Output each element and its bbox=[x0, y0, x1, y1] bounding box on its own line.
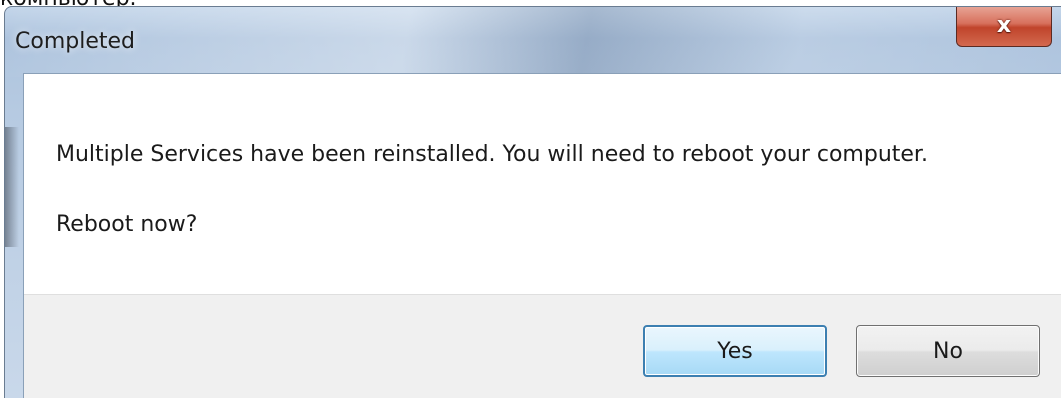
dialog-message: Multiple Services have been reinstalled.… bbox=[56, 142, 928, 167]
yes-button[interactable]: Yes bbox=[643, 325, 827, 377]
close-icon: x bbox=[996, 12, 1012, 38]
dialog-content: Multiple Services have been reinstalled.… bbox=[23, 73, 1061, 398]
dialog-question: Reboot now? bbox=[56, 212, 198, 237]
title-bar[interactable]: Completed x bbox=[5, 7, 1061, 73]
dialog-window: Completed x Multiple Services have been … bbox=[4, 6, 1061, 398]
no-button[interactable]: No bbox=[856, 325, 1040, 377]
window-title: Completed bbox=[15, 29, 135, 54]
screen: компьютер. Completed x Multiple Services… bbox=[0, 0, 1061, 398]
button-area: Yes No bbox=[24, 294, 1061, 398]
window-edge-shadow bbox=[5, 127, 19, 247]
close-button[interactable]: x bbox=[956, 7, 1052, 47]
